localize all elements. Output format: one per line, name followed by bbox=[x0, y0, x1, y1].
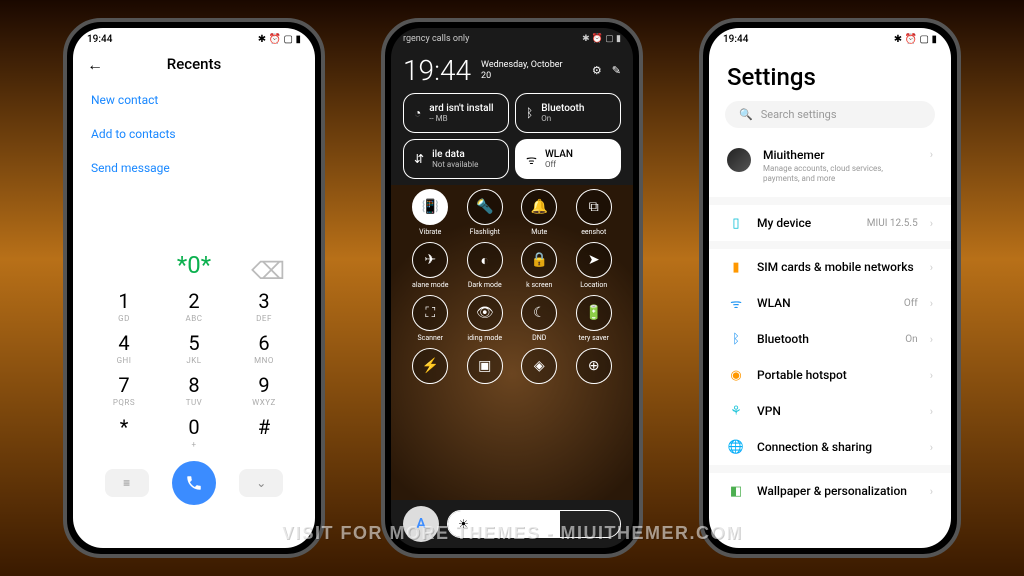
wallpaper-item[interactable]: ◧ Wallpaper & personalization › bbox=[709, 473, 951, 509]
phone-icon bbox=[185, 474, 203, 492]
key-4[interactable]: 4GHI bbox=[89, 331, 159, 365]
status-bar: 19:44 ✱ ⏰ ▢ ▮ bbox=[73, 28, 315, 47]
tile-ile-data[interactable]: ⇵ile dataNot available bbox=[403, 139, 509, 179]
toggle-k screen[interactable]: 🔒k screen bbox=[512, 242, 567, 289]
phone-settings: 19:44 ✱ ⏰ ▢ ▮ Settings 🔍 Search settings… bbox=[699, 18, 961, 558]
toggle-tery saver[interactable]: 🔋tery saver bbox=[567, 295, 622, 342]
backspace-icon[interactable]: ⌫ bbox=[251, 257, 285, 285]
key-0[interactable]: 0+ bbox=[159, 415, 229, 449]
toggle-Mute[interactable]: 🔔Mute bbox=[512, 189, 567, 236]
back-icon[interactable]: ← bbox=[87, 55, 103, 75]
chevron-right-icon: › bbox=[930, 405, 933, 418]
key-#[interactable]: # bbox=[229, 415, 299, 449]
my-device-item[interactable]: ▯ My device MIUI 12.5.5 › bbox=[709, 205, 951, 241]
tile-bluetooth[interactable]: ᛒBluetoothOn bbox=[515, 93, 621, 133]
chevron-right-icon: › bbox=[930, 261, 933, 274]
toggle-alane mode[interactable]: ✈alane mode bbox=[403, 242, 458, 289]
toggle-extra[interactable]: ◈ bbox=[512, 348, 567, 387]
status-time: 19:44 bbox=[723, 34, 748, 45]
new-contact-link[interactable]: New contact bbox=[91, 83, 297, 117]
toggle-extra[interactable]: ⊕ bbox=[567, 348, 622, 387]
chevron-right-icon: › bbox=[930, 148, 933, 161]
chevron-right-icon: › bbox=[930, 485, 933, 498]
profile-item[interactable]: Miuithemer Manage accounts, cloud servic… bbox=[709, 138, 951, 205]
chevron-right-icon: › bbox=[930, 369, 933, 382]
status-bar: 19:44 ✱ ⏰ ▢ ▮ bbox=[709, 28, 951, 47]
settings-item-vpn[interactable]: ⚘VPN› bbox=[709, 393, 951, 429]
key-8[interactable]: 8TUV bbox=[159, 373, 229, 407]
big-tiles: ◔ard isn't install-- MBᛒBluetoothOn⇵ile … bbox=[391, 93, 633, 185]
chevron-right-icon: › bbox=[930, 217, 933, 230]
toggle-Flashlight[interactable]: 🔦Flashlight bbox=[458, 189, 513, 236]
small-tiles: 📳Vibrate🔦Flashlight🔔Mute⧉eenshot ✈alane m… bbox=[403, 189, 621, 387]
key-3[interactable]: 3DEF bbox=[229, 289, 299, 323]
settings-item-portable[interactable]: ◉Portable hotspot› bbox=[709, 357, 951, 393]
menu-button[interactable]: ≡ bbox=[105, 469, 149, 497]
settings-item-connection[interactable]: 🌐Connection & sharing› bbox=[709, 429, 951, 465]
key-9[interactable]: 9WXYZ bbox=[229, 373, 299, 407]
key-2[interactable]: 2ABC bbox=[159, 289, 229, 323]
key-1[interactable]: 1GD bbox=[89, 289, 159, 323]
status-bar: rgency calls only ✱ ⏰ ▢ ▮ bbox=[391, 28, 633, 50]
toggle-Scanner[interactable]: ⛶Scanner bbox=[403, 295, 458, 342]
settings-icon[interactable]: ⚙ bbox=[592, 64, 602, 77]
status-icons: ✱ ⏰ ▢ ▮ bbox=[582, 34, 621, 44]
toggle-eenshot[interactable]: ⧉eenshot bbox=[567, 189, 622, 236]
brightness-icon: ☀ bbox=[458, 517, 469, 531]
key-6[interactable]: 6MNO bbox=[229, 331, 299, 365]
toggle-iding mode[interactable]: 👁iding mode bbox=[458, 295, 513, 342]
header-title: Recents bbox=[167, 55, 221, 73]
date: Wednesday, October 20 bbox=[481, 60, 582, 82]
chevron-right-icon: › bbox=[930, 441, 933, 454]
toggle-extra[interactable]: ▣ bbox=[458, 348, 513, 387]
clock: 19:44 bbox=[403, 54, 471, 87]
watermark: VISIT FOR MORE THEMES - MIUITHEMER.COM bbox=[0, 523, 1024, 544]
status-icons: ✱ ⏰ ▢ ▮ bbox=[894, 34, 937, 45]
dialer-header: ← Recents bbox=[73, 47, 315, 83]
chevron-right-icon: › bbox=[930, 333, 933, 346]
chevron-right-icon: › bbox=[930, 297, 933, 310]
add-to-contacts-link[interactable]: Add to contacts bbox=[91, 117, 297, 151]
status-icons: ✱ ⏰ ▢ ▮ bbox=[258, 34, 301, 45]
edit-icon[interactable]: ✎ bbox=[612, 64, 621, 77]
settings-item-sim[interactable]: ▮SIM cards & mobile networks› bbox=[709, 249, 951, 285]
call-button[interactable] bbox=[172, 461, 216, 505]
avatar bbox=[727, 148, 751, 172]
toggle-Location[interactable]: ➤Location bbox=[567, 242, 622, 289]
device-icon: ▯ bbox=[727, 214, 745, 232]
tile-ard-isn't-install[interactable]: ◔ard isn't install-- MB bbox=[403, 93, 509, 133]
wallpaper-icon: ◧ bbox=[727, 482, 745, 500]
toggle-extra[interactable]: ⚡ bbox=[403, 348, 458, 387]
page-title: Settings bbox=[709, 47, 951, 101]
search-icon: 🔍 bbox=[739, 108, 753, 121]
settings-item-wlan[interactable]: ᯤWLANOff› bbox=[709, 285, 951, 321]
toggle-Dark mode[interactable]: ◐Dark mode bbox=[458, 242, 513, 289]
collapse-button[interactable]: ⌄ bbox=[239, 469, 283, 497]
dialer-input: *0* ⌫ bbox=[73, 245, 315, 285]
key-7[interactable]: 7PQRS bbox=[89, 373, 159, 407]
phone-control-center: rgency calls only ✱ ⏰ ▢ ▮ 19:44 Wednesda… bbox=[381, 18, 643, 558]
send-message-link[interactable]: Send message bbox=[91, 151, 297, 185]
tile-wlan[interactable]: ᯤWLANOff bbox=[515, 139, 621, 179]
keypad: 1GD2ABC3DEF 4GHI5JKL6MNO 7PQRS8TUV9WXYZ *0+… bbox=[73, 285, 315, 455]
search-input[interactable]: 🔍 Search settings bbox=[725, 101, 935, 128]
settings-item-bluetooth[interactable]: ᛒBluetoothOn› bbox=[709, 321, 951, 357]
carrier-label: rgency calls only bbox=[403, 34, 469, 44]
key-*[interactable]: * bbox=[89, 415, 159, 449]
toggle-DND[interactable]: ☾DND bbox=[512, 295, 567, 342]
toggle-Vibrate[interactable]: 📳Vibrate bbox=[403, 189, 458, 236]
status-time: 19:44 bbox=[87, 34, 112, 45]
key-5[interactable]: 5JKL bbox=[159, 331, 229, 365]
phone-dialer: 19:44 ✱ ⏰ ▢ ▮ ← Recents New contact Add … bbox=[63, 18, 325, 558]
